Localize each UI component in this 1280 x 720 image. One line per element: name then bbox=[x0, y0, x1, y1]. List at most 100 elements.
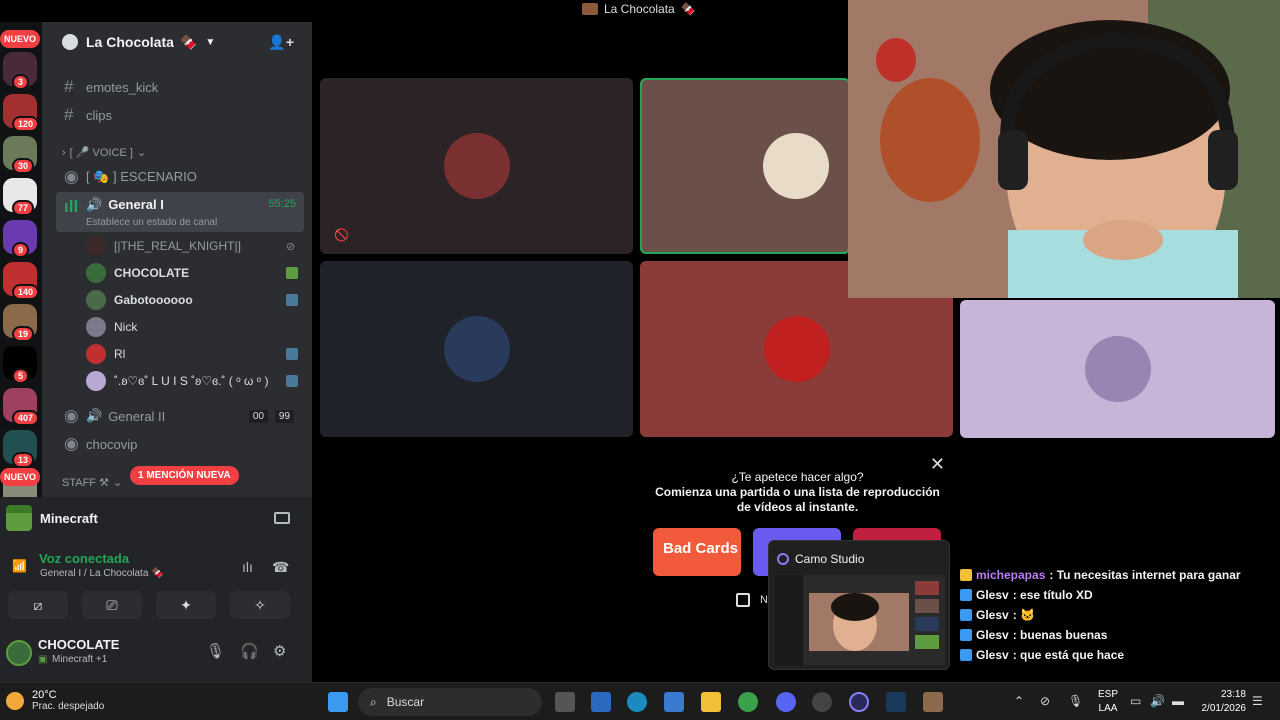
preview-image bbox=[775, 575, 945, 665]
activity-icon bbox=[286, 375, 298, 387]
new-mention-pill[interactable]: 1 MENCIÓN NUEVA bbox=[130, 466, 239, 485]
mention-badge: 9 bbox=[12, 242, 30, 258]
input-language[interactable]: ESP LAA bbox=[1098, 688, 1118, 716]
dont-show-checkbox[interactable] bbox=[736, 593, 750, 607]
keyboard-layout: LAA bbox=[1098, 703, 1118, 714]
minecraft-launcher-icon[interactable] bbox=[923, 692, 943, 712]
voice-member[interactable]: ˚.ʚ♡ɞ˚ L U I S ˚ʚ♡ɞ.˚ ( ᵒ ω ᵒ ) bbox=[86, 369, 304, 393]
chrome-icon[interactable] bbox=[738, 692, 758, 712]
camera-off-button[interactable]: ⧄ bbox=[8, 591, 68, 619]
chevron-up-icon[interactable]: ⌃ bbox=[1014, 694, 1024, 708]
chocolate-emoji-icon: 🍫 bbox=[680, 2, 696, 16]
category-staff[interactable]: STAFF ⚒⌄ + bbox=[62, 476, 122, 489]
activity-icon bbox=[286, 294, 298, 306]
chat-username: Glesv bbox=[976, 608, 1009, 622]
network-off-icon[interactable]: ⊘ bbox=[1040, 694, 1050, 708]
activities-button[interactable]: ✦ bbox=[156, 591, 216, 619]
battery-icon[interactable]: ▬ bbox=[1172, 694, 1184, 708]
game-bad-cards[interactable]: Bad Cards bbox=[653, 528, 741, 576]
participant-tile[interactable] bbox=[320, 261, 633, 437]
chat-badge-icon bbox=[960, 589, 972, 601]
title-bar: La Chocolata 🍫 bbox=[312, 0, 848, 22]
taskbar-preview[interactable]: Camo Studio bbox=[768, 540, 950, 670]
checkbox-label: N bbox=[760, 594, 768, 606]
user-avatar[interactable] bbox=[6, 640, 32, 666]
server-name: La Chocolata bbox=[86, 34, 174, 50]
microphone-icon[interactable]: 🎙 bbox=[206, 642, 225, 660]
channel-label: emotes_kick bbox=[86, 79, 159, 95]
invite-people-icon[interactable]: 👤+ bbox=[268, 34, 294, 51]
task-view-icon[interactable] bbox=[555, 692, 575, 712]
voice-member[interactable]: [|THE_REAL_KNIGHT|] ⊘ bbox=[86, 234, 304, 258]
activity-panel[interactable]: Minecraft bbox=[0, 497, 312, 539]
outlook-icon[interactable] bbox=[591, 692, 611, 712]
store-icon[interactable] bbox=[664, 692, 684, 712]
start-windows-icon[interactable] bbox=[328, 692, 348, 712]
volume-icon[interactable]: 🔊 bbox=[1150, 694, 1165, 708]
new-badge-bottom[interactable]: NUEVO bbox=[0, 468, 40, 486]
obs-icon[interactable] bbox=[812, 692, 832, 712]
channel-label: chocovip bbox=[86, 436, 138, 452]
chat-text: : buenas buenas bbox=[1012, 628, 1108, 642]
member-avatar bbox=[86, 317, 106, 337]
voice-member[interactable]: Nick bbox=[86, 315, 304, 339]
notifications-icon[interactable]: ☰ bbox=[1252, 694, 1263, 708]
channel-label: General II bbox=[108, 408, 166, 424]
new-badge-top[interactable]: NUEVO bbox=[0, 30, 40, 48]
file-explorer-icon[interactable] bbox=[701, 692, 721, 712]
category-voice[interactable]: ›[ 🎤 VOICE ]⌄ + bbox=[62, 146, 146, 160]
mention-badge: 30 bbox=[12, 158, 35, 174]
voice-member[interactable]: Rl bbox=[86, 342, 304, 366]
chat-username: Glesv bbox=[976, 648, 1009, 662]
game-status-icon: ▣ bbox=[38, 654, 48, 665]
channel-status[interactable]: Establece un estado de canal bbox=[86, 217, 217, 228]
chat-message: Glesv: ese título XD bbox=[960, 585, 1280, 605]
discord-icon[interactable] bbox=[776, 692, 796, 712]
signal-icon[interactable]: 📶 bbox=[12, 559, 27, 573]
channel-emotes-kick[interactable]: # emotes_kick bbox=[56, 74, 304, 100]
stage-icon: ◉ bbox=[64, 167, 79, 186]
channel-clips[interactable]: # clips bbox=[56, 102, 304, 128]
user-count-badge: 00 bbox=[248, 409, 268, 423]
soundboard-button[interactable]: ✧ bbox=[230, 591, 290, 619]
weather-widget[interactable]: 20°C Prac. despejado bbox=[6, 689, 104, 712]
channel-escenario[interactable]: ◉ [ 🎭 ] ESCENARIO bbox=[56, 164, 304, 190]
weather-desc: Prac. despejado bbox=[32, 701, 105, 712]
username[interactable]: CHOCOLATE bbox=[38, 637, 119, 652]
mention-badge: 3 bbox=[12, 74, 30, 90]
camo-studio-icon bbox=[777, 553, 789, 565]
camo-studio-icon[interactable] bbox=[849, 692, 869, 712]
channel-general-ii[interactable]: ◉ 🔊 General II 00 99 bbox=[56, 403, 304, 429]
voice-member[interactable]: Gabotoooooo bbox=[86, 288, 304, 312]
activity-icon bbox=[286, 348, 298, 360]
server-header[interactable]: La Chocolata 🍫 ▼ 👤+ bbox=[42, 22, 312, 62]
taskbar-search[interactable]: ⌕ Buscar bbox=[358, 688, 542, 716]
steam-icon[interactable] bbox=[886, 692, 906, 712]
participant-tile[interactable] bbox=[960, 300, 1275, 438]
channel-chocovip[interactable]: ◉ chocovip bbox=[56, 431, 304, 457]
muted-icon: ⊘ bbox=[286, 241, 296, 253]
settings-gear-icon[interactable]: ⚙ bbox=[273, 642, 286, 660]
participant-tile[interactable]: 🚫 bbox=[320, 78, 633, 254]
voice-member[interactable]: CHOCOLATE bbox=[86, 261, 304, 285]
share-screen-button[interactable]: ⎚ bbox=[82, 591, 142, 619]
camera-off-icon: ⧄ bbox=[33, 596, 43, 613]
chat-text: : ese título XD bbox=[1012, 588, 1093, 602]
participant-tile-speaking[interactable] bbox=[640, 78, 850, 254]
system-clock[interactable]: 23:18 2/01/2026 bbox=[1202, 688, 1247, 716]
channel-general-i[interactable]: ıll 🔊 General I 55:25 Establece un estad… bbox=[56, 192, 304, 232]
member-avatar bbox=[86, 371, 106, 391]
voice-location[interactable]: General I / La Chocolata 🍫 bbox=[40, 568, 164, 579]
chat-badge-icon bbox=[960, 649, 972, 661]
screen-share-icon[interactable] bbox=[274, 512, 290, 524]
disconnect-icon[interactable]: ☎ bbox=[272, 559, 289, 576]
edge-icon[interactable] bbox=[627, 692, 647, 712]
voice-status[interactable]: Voz conectada bbox=[39, 551, 129, 566]
microphone-icon[interactable]: 🎙 bbox=[1068, 694, 1083, 708]
chat-badge-icon bbox=[960, 609, 972, 621]
noise-suppression-icon[interactable]: ılı bbox=[242, 559, 253, 575]
voice-activity-icon: ◉ bbox=[64, 434, 79, 453]
hash-icon: # bbox=[64, 77, 74, 96]
display-icon[interactable]: ▭ bbox=[1130, 694, 1141, 708]
headphones-icon[interactable]: 🎧 bbox=[240, 642, 259, 660]
